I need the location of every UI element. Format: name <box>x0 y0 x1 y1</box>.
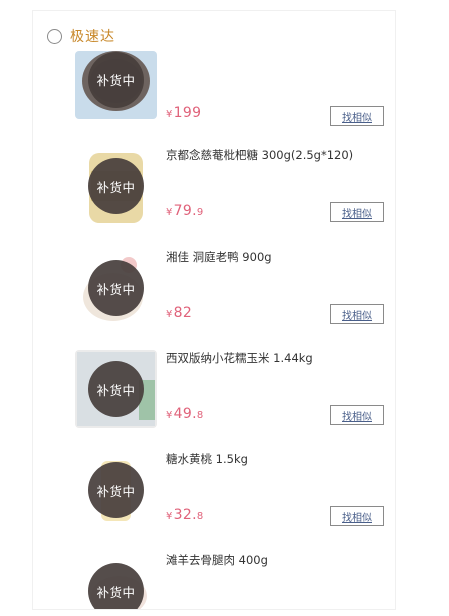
product-item[interactable]: 补货中 ¥199 找相似 <box>33 35 395 135</box>
product-thumbnail[interactable]: 补货中 <box>75 350 157 428</box>
find-similar-button[interactable]: 找相似 <box>330 202 384 222</box>
product-item[interactable]: 补货中 湘佳 洞庭老鸭 900g ¥82 找相似 <box>33 243 395 343</box>
restocking-badge: 补货中 <box>88 563 144 609</box>
product-list-card: 极速达 补货中 ¥199 找相似 补货中 京都念慈菴枇杷糖 300g(2.5g*… <box>32 10 396 610</box>
find-similar-button[interactable]: 找相似 <box>330 106 384 126</box>
product-title[interactable]: 西双版纳小花糯玉米 1.44kg <box>166 350 391 366</box>
product-title[interactable]: 糖水黄桃 1.5kg <box>166 451 391 467</box>
product-title[interactable]: 滩羊去骨腿肉 400g <box>166 552 391 568</box>
find-similar-button[interactable]: 找相似 <box>330 506 384 526</box>
product-thumbnail[interactable]: 补货中 <box>75 552 157 609</box>
restocking-badge: 补货中 <box>88 51 144 108</box>
product-thumbnail[interactable]: 补货中 <box>75 147 157 225</box>
product-price: ¥49.8 <box>166 406 204 422</box>
product-title[interactable]: 京都念慈菴枇杷糖 300g(2.5g*120) <box>166 147 391 163</box>
restocking-badge: 补货中 <box>88 361 144 417</box>
product-price: ¥199 <box>166 105 202 121</box>
product-price: ¥82 <box>166 305 193 321</box>
product-item[interactable]: 补货中 糖水黄桃 1.5kg ¥32.8 找相似 <box>33 445 395 545</box>
product-thumbnail[interactable]: 补货中 <box>75 249 157 327</box>
product-item[interactable]: 补货中 滩羊去骨腿肉 400g <box>33 546 395 609</box>
find-similar-button[interactable]: 找相似 <box>330 304 384 324</box>
restocking-badge: 补货中 <box>88 158 144 214</box>
product-thumbnail[interactable]: 补货中 <box>75 451 157 529</box>
product-price: ¥32.8 <box>166 507 204 523</box>
product-price: ¥79.9 <box>166 203 204 219</box>
product-thumbnail[interactable]: 补货中 <box>75 51 157 119</box>
product-item[interactable]: 补货中 西双版纳小花糯玉米 1.44kg ¥49.8 找相似 <box>33 344 395 444</box>
restocking-badge: 补货中 <box>88 462 144 518</box>
restocking-badge: 补货中 <box>88 260 144 316</box>
product-title[interactable]: 湘佳 洞庭老鸭 900g <box>166 249 391 265</box>
product-item[interactable]: 补货中 京都念慈菴枇杷糖 300g(2.5g*120) ¥79.9 找相似 <box>33 141 395 241</box>
find-similar-button[interactable]: 找相似 <box>330 405 384 425</box>
